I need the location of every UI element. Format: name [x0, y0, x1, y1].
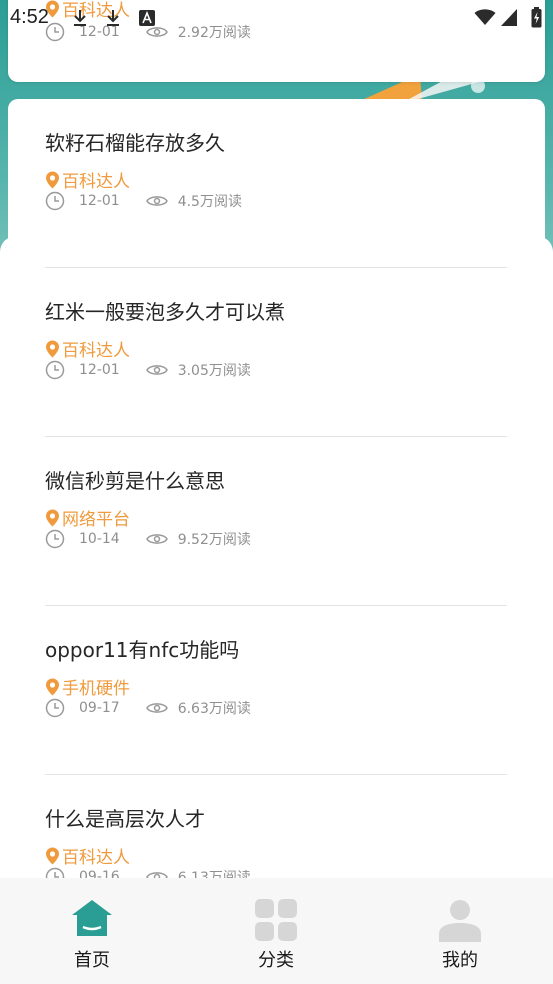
a-box-icon: [139, 10, 155, 26]
status-bar: 4:52: [0, 0, 553, 36]
category-label: 手机硬件: [62, 679, 130, 699]
grid-icon: [255, 899, 297, 941]
article-title: 软籽石榴能存放多久: [45, 131, 225, 155]
eye-icon: [145, 196, 168, 206]
status-time: 4:52: [10, 6, 49, 28]
article-meta: 09-17 6.63万阅读: [45, 698, 251, 718]
article-date: 12-01: [79, 193, 120, 209]
tab-category[interactable]: 分类: [184, 878, 368, 984]
download-icon: [107, 10, 119, 26]
article-date: 09-17: [79, 700, 120, 716]
category-label: 网络平台: [62, 510, 130, 530]
download-icon: [74, 10, 86, 26]
location-pin-icon: [46, 340, 59, 357]
tab-label: 我的: [442, 950, 478, 971]
article-title: 什么是高层次人才: [45, 807, 205, 831]
clock-icon: [45, 698, 65, 718]
article-reads: 9.52万阅读: [177, 532, 251, 548]
tab-home[interactable]: 首页: [0, 878, 184, 984]
signal-icon: [501, 9, 517, 26]
location-pin-icon: [46, 171, 59, 188]
list-item[interactable]: 软籽石榴能存放多久 百科达人 12-01 4.5万阅读: [45, 99, 507, 268]
wifi-icon: [474, 9, 496, 25]
location-pin-icon: [46, 847, 59, 864]
article-date: 12-01: [79, 362, 120, 378]
user-icon: [439, 900, 481, 942]
battery-icon: [531, 7, 542, 28]
eye-icon: [145, 703, 168, 713]
list-item[interactable]: 微信秒剪是什么意思 网络平台 10-14 9.52万阅读: [45, 437, 507, 606]
article-reads: 4.5万阅读: [177, 194, 242, 210]
article-meta: 12-01 4.5万阅读: [45, 191, 242, 211]
clock-icon: [45, 529, 65, 549]
article-category: 手机硬件: [45, 674, 130, 699]
article-category: 百科达人: [45, 336, 130, 361]
tab-label: 分类: [258, 950, 294, 971]
article-category: 网络平台: [45, 505, 130, 530]
tab-mine[interactable]: 我的: [368, 878, 552, 984]
article-title: 红米一般要泡多久才可以煮: [45, 300, 285, 324]
category-label: 百科达人: [62, 172, 130, 192]
home-icon: [72, 900, 112, 936]
eye-icon: [145, 534, 168, 544]
category-label: 百科达人: [62, 341, 130, 361]
article-meta: 12-01 3.05万阅读: [45, 360, 251, 380]
list-item[interactable]: oppor11有nfc功能吗 手机硬件 09-17 6.63万阅读: [45, 606, 507, 775]
article-title: 微信秒剪是什么意思: [45, 469, 225, 493]
tab-label: 首页: [74, 950, 110, 971]
clock-icon: [45, 191, 65, 211]
article-category: 百科达人: [45, 843, 130, 868]
list-item[interactable]: 红米一般要泡多久才可以煮 百科达人 12-01 3.05万阅读: [45, 268, 507, 437]
article-title: oppor11有nfc功能吗: [45, 638, 240, 662]
article-meta: 10-14 9.52万阅读: [45, 529, 251, 549]
location-pin-icon: [46, 678, 59, 695]
bottom-tab-bar: 首页 分类 我的: [0, 878, 553, 984]
location-pin-icon: [46, 509, 59, 526]
eye-icon: [145, 365, 168, 375]
article-reads: 6.63万阅读: [177, 701, 251, 717]
article-category: 百科达人: [45, 167, 130, 192]
article-reads: 3.05万阅读: [177, 363, 251, 379]
clock-icon: [45, 360, 65, 380]
article-date: 10-14: [79, 531, 120, 547]
category-label: 百科达人: [62, 848, 130, 868]
